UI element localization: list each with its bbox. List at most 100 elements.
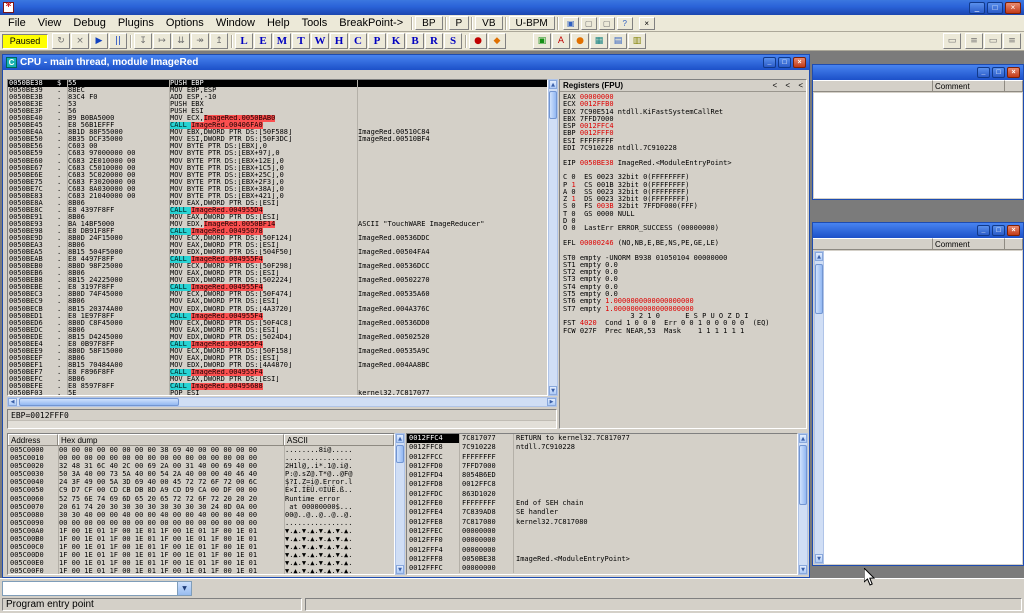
disasm-row[interactable]: 0050BEFC.8B06MOV EAX,DWORD PTR DS:[ESI] [8,376,547,383]
stack-row[interactable]: 0012FFE0FFFFFFFFEnd of SEH chain [407,499,797,508]
disasm-row[interactable]: 0050BEF7.E8 F896F8FFCALL ImageRed.004955… [8,369,547,376]
disasm-row[interactable]: 0050BE39.8BECMOV EBP,ESP [8,87,547,94]
run-icon[interactable]: ▶ [90,33,108,49]
disasm-row[interactable]: 0050BEA5.8B15 504F5000MOV EDX,DWORD PTR … [8,249,547,256]
command-combobox[interactable]: ▼ [2,581,192,596]
plugin-toolbar-button[interactable]: VB [475,16,502,30]
dump-col-ascii[interactable]: ASCII [284,434,394,445]
disasm-row[interactable]: 0050BE38$55PUSH EBP [8,80,547,87]
menu-item[interactable]: View [32,16,68,30]
stack-row[interactable]: 0012FFEC00000000 [407,527,797,536]
scroll-thumb[interactable] [799,445,807,505]
stack-pane[interactable]: 0012FFC47C817077RETURN to kernel32.7C817… [406,433,798,575]
menu-item[interactable]: Options [160,16,210,30]
plugin-toolbar-button[interactable]: BP [415,16,442,30]
stack-row[interactable]: 0012FFC47C817077RETURN to kernel32.7C817… [407,434,797,443]
menu-item[interactable]: Plugins [112,16,160,30]
main-titlebar[interactable]: * _ □ × [0,0,1024,15]
stack-row[interactable]: 0012FFCCFFFFFFFF [407,453,797,462]
comment-window-2-body[interactable] [824,251,1022,564]
highlight-icon[interactable]: ◆ [488,33,506,49]
disasm-row[interactable]: 0050BEBE.E8 3197F8FFCALL ImageRed.004955… [8,284,547,291]
options-grid-icon[interactable]: ▣ [533,33,551,49]
comment-column-header[interactable]: Comment [933,80,1005,91]
dump-pane[interactable]: AddressHex dumpASCII 005C000000 00 00 00… [7,433,395,575]
window-letter-button[interactable]: C [349,33,367,49]
scroll-thumb[interactable] [19,398,179,406]
register-line[interactable]: EFL 00000246 (NO,NB,E,BE,NS,PE,GE,LE) [563,240,806,247]
comment-window-2-vscrollbar[interactable]: ▲ ▼ [814,251,824,564]
disasm-row[interactable]: 0050BED1.E8 1E97F8FFCALL ImageRed.004955… [8,313,547,320]
scroll-left-icon[interactable]: ◀ [8,398,17,406]
menu-item[interactable]: Debug [67,16,111,30]
dump-row[interactable]: 005C009000 00 00 00 00 00 00 00 00 00 00… [8,519,394,527]
disasm-row[interactable]: 0050BEFE.E8 8597F8FFCALL ImageRed.004956… [8,383,547,390]
dump-row[interactable]: 005C003050 3A 40 00 73 5A 40 00 54 2A 40… [8,470,394,478]
stack-row[interactable]: 0012FFE47C839AD8SE handler [407,508,797,517]
disasm-row[interactable]: 0050BEC3.8B0D 74F45000MOV ECX,DWORD PTR … [8,291,547,298]
win2-maximize-button[interactable]: □ [992,225,1005,236]
column-spacer[interactable] [813,238,933,249]
disasm-row[interactable]: 0050BEC9.8B06MOV EAX,DWORD PTR DS:[ESI] [8,298,547,305]
disasm-row[interactable]: 0050BEDC.8B06MOV EAX,DWORD PTR DS:[ESI] [8,327,547,334]
disasm-row[interactable]: 0050BE4A.8B1D 88F55000MOV EBX,DWORD PTR … [8,129,547,136]
register-line[interactable]: O 0 LastErr ERROR_SUCCESS (00000000) [563,225,806,232]
dump-row[interactable]: 005C006052 75 6E 74 69 6D 65 20 65 72 72… [8,495,394,503]
register-line[interactable]: EDI 7C910228 ntdll.7C910228 [563,145,806,152]
registers-header[interactable]: Registers (FPU) < < < [560,80,806,92]
scroll-up-icon[interactable]: ▲ [815,252,823,261]
menu-item[interactable]: Tools [296,16,334,30]
win1-minimize-button[interactable]: _ [977,67,990,78]
disasm-row[interactable]: 0050BE40.B9 B0BA5000MOV ECX,ImageRed.005… [8,115,547,122]
trace-over-icon[interactable]: ↠ [191,33,209,49]
stack-row[interactable]: 0012FFD48054B6ED [407,471,797,480]
register-line[interactable]: FCW 027F Prec NEAR,53 Mask 1 1 1 1 1 1 [563,328,806,335]
scroll-down-icon[interactable]: ▼ [396,565,404,574]
disasm-row[interactable]: 0050BE59.C683 97000000 00MOV BYTE PTR DS… [8,150,547,157]
disasm-row[interactable]: 0050BE67.C683 C5010000 00MOV BYTE PTR DS… [8,165,547,172]
disasm-row[interactable]: 0050BEAB.E8 4497F8FFCALL ImageRed.004955… [8,256,547,263]
menu-item[interactable]: File [2,16,32,30]
window-letter-button[interactable]: L [235,33,253,49]
stack-row[interactable]: 0012FFD80012FFC8 [407,480,797,489]
window-letter-button[interactable]: R [425,33,443,49]
win1-maximize-button[interactable]: □ [992,67,1005,78]
registers-prev3-icon[interactable]: < [798,81,803,90]
scroll-thumb[interactable] [549,91,557,119]
breakpoint-icon[interactable]: ● [469,33,487,49]
scroll-down-icon[interactable]: ▼ [799,565,807,574]
disassembly-pane[interactable]: 0050BE38$55PUSH EBP 0050BE39.8BECMOV EBP… [7,79,548,396]
disasm-row[interactable]: 0050BE8A.8B06MOV EAX,DWORD PTR DS:[ESI] [8,200,547,207]
pause-icon[interactable]: || [109,33,127,49]
disasm-row[interactable]: 0050BE9D.8B0D 24F15000MOV ECX,DWORD PTR … [8,235,547,242]
registers-prev2-icon[interactable]: < [785,81,790,90]
cpu-window-titlebar[interactable]: C CPU - main thread, module ImageRed _ □… [3,55,809,70]
stack-row[interactable]: 0012FFF400000000 [407,546,797,555]
disasm-row[interactable]: 0050BE60.C683 2E010000 00MOV BYTE PTR DS… [8,158,547,165]
dump-row[interactable]: 005C008030 30 40 00 00 40 00 00 40 00 00… [8,511,394,519]
maximize-button[interactable]: □ [987,2,1003,14]
disasm-row[interactable]: 0050BE83.C683 21040000 00MOV BYTE PTR DS… [8,193,547,200]
menu-item[interactable]: BreakPoint-> [333,16,409,30]
stack-row[interactable]: 0012FFD07FFD7000 [407,462,797,471]
window-letter-button[interactable]: T [292,33,310,49]
scroll-thumb[interactable] [815,264,823,314]
appearance-icon[interactable]: A [552,33,570,49]
scroll-down-icon[interactable]: ▼ [815,554,823,563]
disasm-row[interactable]: 0050BE3F.56PUSH ESI [8,108,547,115]
win2-close-button[interactable]: × [1007,225,1020,236]
list-lines-icon[interactable]: ≡ [965,33,983,49]
tile-windows-icon[interactable]: ▭ [943,33,961,49]
disasm-row[interactable]: 0050BF03.5EPOP ESIkernel32.7C817077 [8,390,547,396]
command-value[interactable] [3,582,177,595]
stack-vscrollbar[interactable]: ▲ ▼ [798,433,808,575]
stack-row[interactable]: 0012FFC87C910228ntdll.7C910228 [407,443,797,452]
disasm-hscrollbar[interactable]: ◀ ▶ [7,397,557,407]
disasm-row[interactable]: 0050BE91.8B06MOV EAX,DWORD PTR DS:[ESI] [8,214,547,221]
comment-window-2-titlebar[interactable]: _ □ × [813,223,1023,238]
window-grid-icon[interactable]: ▤ [609,33,627,49]
stack-row[interactable]: 0012FFF80050BE38ImageRed.<ModuleEntryPoi… [407,555,797,564]
column-spacer[interactable] [813,80,933,91]
disasm-row[interactable]: 0050BE56.C603 00MOV BYTE PTR DS:[EBX],0 [8,143,547,150]
register-line[interactable]: T 0 GS 0000 NULL [563,211,806,218]
